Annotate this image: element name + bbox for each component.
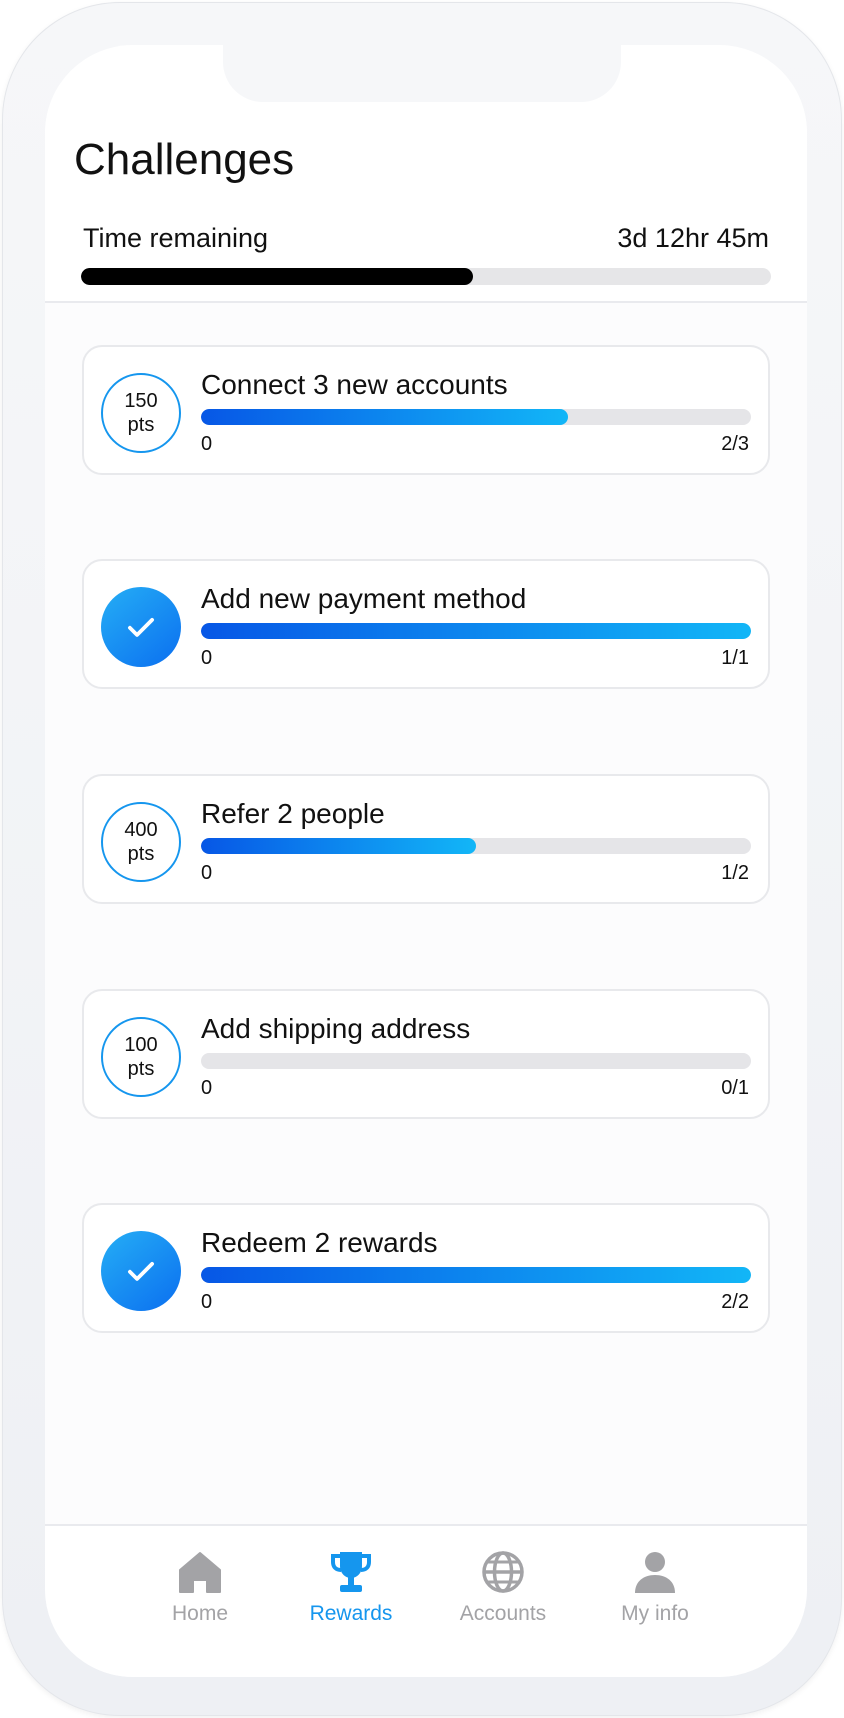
globe-icon bbox=[482, 1551, 524, 1593]
home-icon bbox=[179, 1552, 221, 1593]
progress-count-label: 1/2 bbox=[721, 862, 749, 884]
challenge-title: Add shipping address bbox=[201, 1013, 471, 1044]
tab-home[interactable]: Home bbox=[125, 1548, 275, 1638]
page-title: Challenges bbox=[74, 135, 295, 184]
progress-count-label: 0/1 bbox=[721, 1077, 749, 1099]
challenge-title: Refer 2 people bbox=[201, 798, 385, 829]
tab-my-info[interactable]: My info bbox=[580, 1548, 730, 1638]
timer-progress-fill bbox=[81, 268, 473, 285]
points-badge: 400 pts bbox=[101, 802, 181, 882]
progress-count-label: 1/1 bbox=[721, 647, 749, 669]
points-badge: 100 pts bbox=[101, 1017, 181, 1097]
points-value: 400 bbox=[124, 819, 158, 841]
points-badge: 150 pts bbox=[101, 373, 181, 453]
check-icon bbox=[128, 617, 154, 637]
challenge-title: Redeem 2 rewards bbox=[201, 1227, 438, 1258]
progress-count-label: 2/3 bbox=[721, 433, 749, 455]
challenge-progress-bar bbox=[201, 1267, 751, 1283]
challenge-card-refer-people[interactable]: 400 pts Refer 2 people 0 1/2 bbox=[82, 774, 770, 904]
challenge-card-shipping-address[interactable]: 100 pts Add shipping address 0 0/1 bbox=[82, 989, 770, 1119]
challenge-card-redeem-rewards[interactable]: Redeem 2 rewards 0 2/2 bbox=[82, 1203, 770, 1333]
progress-min-label: 0 bbox=[201, 1077, 213, 1099]
completed-badge bbox=[101, 1231, 181, 1311]
challenge-progress-bar bbox=[201, 838, 751, 854]
phone-frame: Challenges Time remaining 3d 12hr 45m 15… bbox=[2, 2, 842, 1716]
challenge-title: Add new payment method bbox=[201, 583, 527, 614]
challenge-progress-bar bbox=[201, 409, 751, 425]
timer-value: 3d 12hr 45m bbox=[617, 223, 769, 253]
device-notch bbox=[223, 45, 621, 102]
person-icon bbox=[635, 1552, 675, 1593]
tab-rewards[interactable]: Rewards bbox=[276, 1548, 426, 1638]
challenge-title: Connect 3 new accounts bbox=[201, 369, 508, 400]
points-unit: pts bbox=[127, 1058, 155, 1080]
progress-min-label: 0 bbox=[201, 862, 213, 884]
progress-min-label: 0 bbox=[201, 1291, 213, 1313]
progress-min-label: 0 bbox=[201, 433, 213, 455]
points-unit: pts bbox=[127, 843, 155, 865]
points-value: 150 bbox=[124, 390, 158, 412]
header: Challenges Time remaining 3d 12hr 45m bbox=[45, 45, 807, 303]
challenge-progress-bar bbox=[201, 623, 751, 639]
progress-count-label: 2/2 bbox=[721, 1291, 749, 1313]
tab-label: My info bbox=[621, 1602, 689, 1625]
challenge-card-connect-accounts[interactable]: 150 pts Connect 3 new accounts 0 2/3 bbox=[82, 345, 770, 475]
tab-accounts[interactable]: Accounts bbox=[428, 1548, 578, 1638]
tab-label: Home bbox=[171, 1602, 229, 1625]
timer-progress-bar bbox=[81, 268, 771, 285]
challenge-progress-fill bbox=[201, 409, 568, 425]
progress-min-label: 0 bbox=[201, 647, 213, 669]
points-unit: pts bbox=[127, 414, 155, 436]
bottom-tab-bar: Home Rewards Accounts My info bbox=[45, 1524, 807, 1677]
challenge-progress-fill bbox=[201, 838, 476, 854]
trophy-icon bbox=[331, 1552, 371, 1592]
points-value: 100 bbox=[124, 1034, 158, 1056]
check-icon bbox=[128, 1261, 154, 1281]
challenge-progress-fill bbox=[201, 623, 751, 639]
tab-label: Rewards bbox=[309, 1602, 393, 1625]
challenge-card-payment-method[interactable]: Add new payment method 0 1/1 bbox=[82, 559, 770, 689]
challenge-progress-bar bbox=[201, 1053, 751, 1069]
tab-label: Accounts bbox=[459, 1602, 547, 1625]
app-screen: Challenges Time remaining 3d 12hr 45m 15… bbox=[45, 45, 807, 1677]
timer-label: Time remaining bbox=[83, 223, 269, 253]
completed-badge bbox=[101, 587, 181, 667]
challenge-progress-fill bbox=[201, 1267, 751, 1283]
